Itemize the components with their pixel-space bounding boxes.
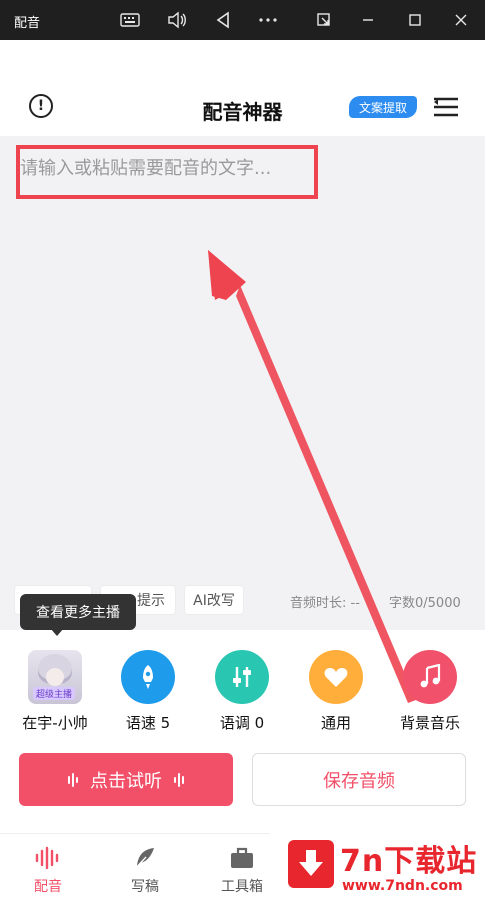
tab-toolbox-label: 工具箱 (221, 879, 263, 895)
tool-bgm-label: 背景音乐 (399, 714, 460, 732)
tool-pitch-label: 语调 0 (219, 714, 265, 732)
tab-dubbing[interactable]: 配音 (13, 844, 83, 896)
save-label: 保存音频 (323, 770, 395, 792)
toolbox-icon (207, 844, 277, 872)
listen-button[interactable]: 点击试听 (19, 753, 233, 806)
keyboard-icon[interactable] (118, 8, 142, 32)
restore-icon[interactable] (312, 8, 336, 32)
minimize-icon[interactable] (356, 8, 380, 32)
sliders-icon (215, 650, 269, 704)
window-title: 配音 (14, 16, 41, 31)
music-note-icon (403, 650, 457, 704)
menu-icon[interactable] (432, 96, 460, 118)
maximize-icon[interactable] (403, 8, 427, 32)
tab-dubbing-label: 配音 (34, 879, 62, 895)
tooltip-tail (50, 628, 64, 636)
tool-pitch[interactable]: 语调 0 (202, 650, 282, 733)
audio-duration: 音频时长: -- (290, 596, 360, 611)
tool-style[interactable]: 通用 (296, 650, 376, 733)
chip-ai-rewrite[interactable]: AI改写 (184, 585, 244, 615)
back-triangle-icon[interactable] (211, 8, 235, 32)
rocket-icon (121, 650, 175, 704)
heart-icon (309, 650, 363, 704)
extract-text-button[interactable]: 文案提取 (349, 96, 417, 118)
download-arrow-icon (288, 840, 334, 888)
char-count: 字数0/5000 (389, 596, 461, 611)
save-audio-button[interactable]: 保存音频 (252, 753, 466, 806)
listen-label: 点击试听 (90, 770, 162, 792)
sound-wave-icon (68, 772, 78, 787)
more-anchors-tooltip[interactable]: 查看更多主播 (20, 594, 136, 630)
volume-icon[interactable] (165, 8, 189, 32)
window-titlebar: 配音 (0, 0, 485, 40)
tool-speed[interactable]: 语速 5 (108, 650, 188, 733)
watermark-url: www.7ndn.com (342, 878, 463, 894)
feather-icon (110, 844, 180, 872)
sound-wave-icon (174, 772, 184, 787)
tool-bgm[interactable]: 背景音乐 (390, 650, 470, 733)
tab-writing-label: 写稿 (131, 879, 159, 895)
tool-speed-label: 语速 5 (125, 714, 171, 732)
app-header: ! 配音神器 文案提取 (0, 40, 485, 136)
tab-toolbox[interactable]: 工具箱 (207, 844, 277, 896)
tool-anchor[interactable]: 超级主播 在宇-小帅 (15, 650, 95, 733)
chip-hint-label: 提示 (137, 593, 165, 609)
highlight-annotation-box (16, 145, 318, 199)
watermark-title: 7n下载站 (340, 844, 478, 879)
anchor-badge: 超级主播 (33, 687, 76, 700)
sound-bars-icon (13, 844, 83, 872)
chip-ai-label: AI改写 (193, 593, 235, 609)
text-editor[interactable]: 请输入或粘贴需要配音的文字... (0, 136, 485, 630)
more-dots-icon[interactable] (256, 8, 280, 32)
close-icon[interactable] (449, 8, 473, 32)
watermark-overlay: 7n下载站 www.7ndn.com (270, 828, 485, 903)
tool-style-label: 通用 (320, 714, 351, 732)
anchor-avatar: 超级主播 (28, 650, 82, 704)
tool-anchor-label: 在宇-小帅 (22, 714, 88, 732)
tab-writing[interactable]: 写稿 (110, 844, 180, 896)
